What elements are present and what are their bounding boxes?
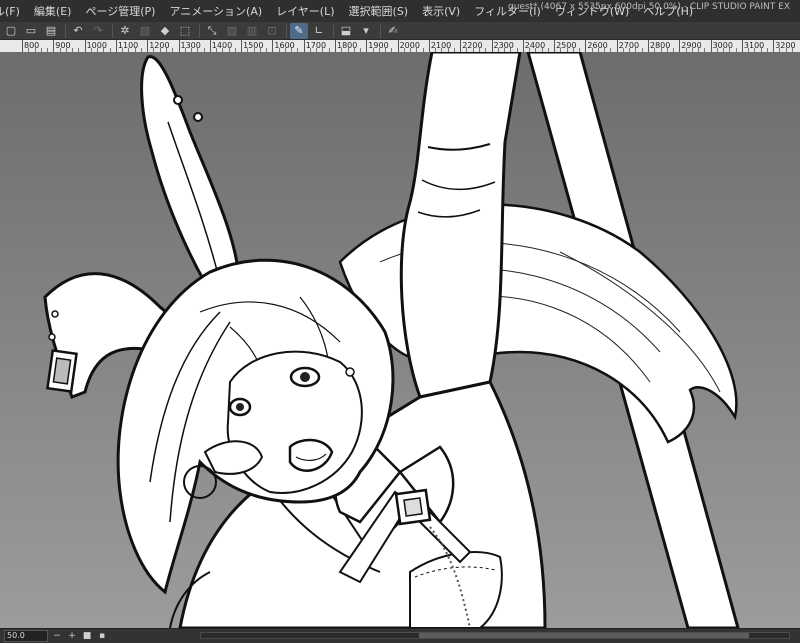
toolbar-separator	[380, 23, 381, 38]
snap-special-icon[interactable]: ⊡	[263, 23, 281, 39]
toolbar-separator	[333, 23, 334, 38]
menu-item-0[interactable]: ル(F)	[0, 3, 27, 19]
fit-screen-button[interactable]: ■	[81, 631, 93, 641]
view-mode-icon[interactable]: ⬓	[337, 23, 355, 39]
menu-bar: ル(F)編集(E)ページ管理(P)アニメーション(A)レイヤー(L)選択範囲(S…	[0, 0, 800, 22]
select-tool-icon[interactable]: ⤡	[203, 23, 221, 39]
snap-grid-icon[interactable]: ▥	[243, 23, 261, 39]
window-title: guest* (4067 x 5535px 600dpi 50.0%) - CL…	[507, 2, 790, 12]
save-icon[interactable]: ▤	[42, 23, 60, 39]
open-file-icon[interactable]: ▭	[22, 23, 40, 39]
horizontal-scrollbar[interactable]	[200, 632, 790, 639]
undo-icon[interactable]: ↶	[69, 23, 87, 39]
toolbar-separator	[286, 23, 287, 38]
clear-icon[interactable]: ▧	[136, 23, 154, 39]
fill-icon[interactable]: ◆	[156, 23, 174, 39]
toolbar-separator	[65, 23, 66, 38]
ruler-tick-label: 800	[22, 40, 40, 52]
zoom-field[interactable]: 50.0	[4, 630, 48, 642]
transform-icon[interactable]: ⬚	[176, 23, 194, 39]
ruler-tick-label: 900	[53, 40, 71, 52]
ruler-tool-icon[interactable]: ∟	[310, 23, 328, 39]
scrollbar-thumb[interactable]	[419, 633, 749, 638]
toolbar-separator	[199, 23, 200, 38]
menu-item-3[interactable]: アニメーション(A)	[162, 3, 269, 19]
drawing-canvas[interactable]	[0, 52, 800, 628]
redo-icon[interactable]: ↷	[89, 23, 107, 39]
menu-item-2[interactable]: ページ管理(P)	[78, 3, 162, 19]
zoom-in-button[interactable]: +	[66, 631, 78, 641]
status-bar: 50.0 − + ■ ▪	[0, 628, 800, 643]
line-art-illustration	[0, 52, 800, 628]
actual-size-button[interactable]: ▪	[96, 631, 108, 641]
dropdown-icon[interactable]: ▾	[357, 23, 375, 39]
menu-item-1[interactable]: 編集(E)	[27, 3, 79, 19]
note-icon[interactable]: ✍	[384, 23, 402, 39]
zoom-out-button[interactable]: −	[51, 631, 63, 641]
command-bar: ▢ ▭ ▤ ↶ ↷ ✲ ▧ ◆ ⬚ ⤡ ▨ ▥ ⊡ ✎ ∟ ⬓ ▾ ✍	[0, 22, 800, 40]
lace-cuff	[409, 551, 503, 628]
toolbar-separator	[112, 23, 113, 38]
new-file-icon[interactable]: ▢	[2, 23, 20, 39]
settings-icon[interactable]: ✲	[116, 23, 134, 39]
menu-item-5[interactable]: 選択範囲(S)	[342, 3, 416, 19]
pen-tool-icon[interactable]: ✎	[290, 22, 308, 39]
menu-item-6[interactable]: 表示(V)	[415, 3, 467, 19]
menu-item-4[interactable]: レイヤー(L)	[269, 3, 341, 19]
snap-ruler-icon[interactable]: ▨	[223, 23, 241, 39]
